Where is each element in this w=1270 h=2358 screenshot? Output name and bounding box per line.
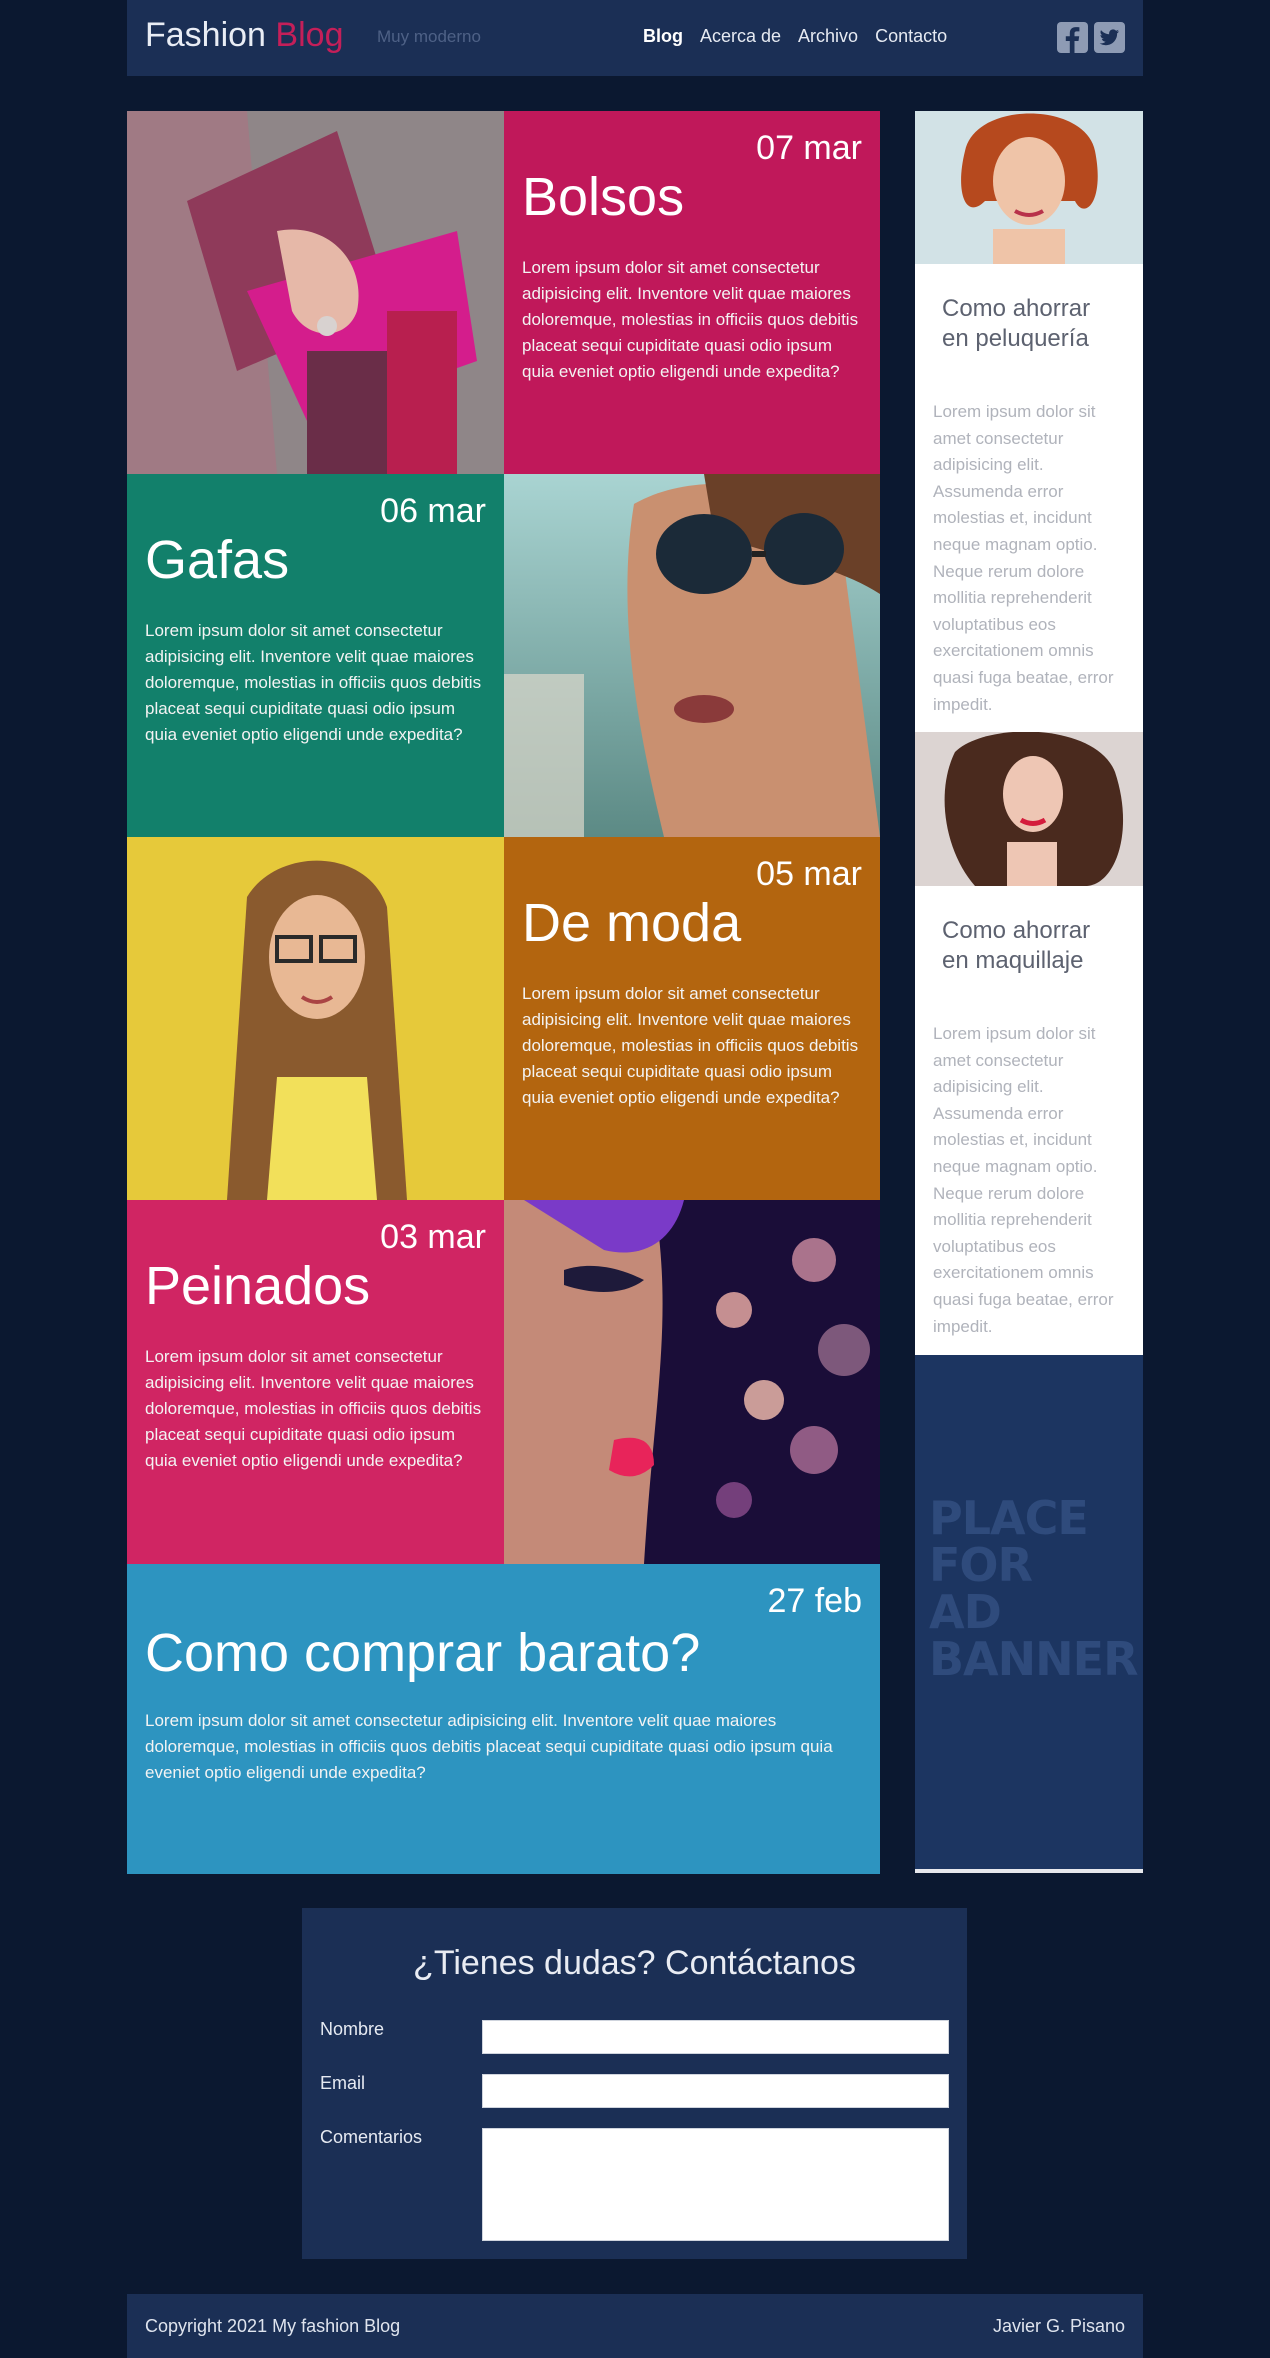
post-excerpt: Lorem ipsum dolor sit amet consectetur a… bbox=[522, 984, 859, 1107]
sidebar-card-title[interactable]: Como ahorrar en maquillaje bbox=[942, 916, 1133, 976]
email-input[interactable] bbox=[482, 2074, 949, 2108]
sidebar-title-line-1: Como ahorrar bbox=[942, 917, 1091, 944]
sidebar-card-text: Lorem ipsum dolor sit amet consectetur a… bbox=[933, 402, 1114, 714]
main-nav: Blog Acerca de Archivo Contacto bbox=[643, 26, 947, 47]
post-excerpt: Lorem ipsum dolor sit amet consectetur a… bbox=[145, 1347, 482, 1470]
sidebar-image-maquillaje[interactable] bbox=[915, 732, 1143, 886]
sidebar-image-peluqueria[interactable] bbox=[915, 111, 1143, 264]
comments-textarea[interactable] bbox=[482, 2128, 949, 2241]
post-image-de-moda[interactable] bbox=[127, 837, 504, 1200]
nav-acerca-de[interactable]: Acerca de bbox=[700, 26, 781, 47]
site-footer: Copyright 2021 My fashion Blog Javier G.… bbox=[127, 2294, 1143, 2358]
post-title[interactable]: Gafas bbox=[145, 529, 289, 591]
post-card-gafas[interactable]: 06 mar Gafas Lorem ipsum dolor sit amet … bbox=[127, 474, 504, 837]
post-title[interactable]: Como comprar barato? bbox=[145, 1622, 700, 1684]
post-image-gafas[interactable] bbox=[504, 474, 880, 837]
logo-accent: Blog bbox=[275, 16, 344, 54]
post-date: 07 mar bbox=[756, 129, 862, 167]
post-image-peinados[interactable] bbox=[504, 1200, 880, 1564]
sidebar-card-peluqueria[interactable]: Como ahorrar en peluquería Lorem ipsum d… bbox=[915, 264, 1143, 732]
site-tagline: Muy moderno bbox=[377, 27, 481, 46]
email-label: Email bbox=[320, 2073, 366, 2093]
footer-author: Javier G. Pisano bbox=[992, 2316, 1125, 2336]
post-title[interactable]: Bolsos bbox=[522, 166, 684, 228]
sidebar-card-text: Lorem ipsum dolor sit amet consectetur a… bbox=[933, 1024, 1114, 1336]
site-header: Fashion Blog Muy moderno Blog Acerca de … bbox=[127, 0, 1143, 76]
ad-banner-placeholder[interactable]: PLACE FOR AD BANNER bbox=[915, 1355, 1143, 1873]
post-title[interactable]: De moda bbox=[522, 892, 741, 954]
site-logo[interactable]: Fashion Blog bbox=[145, 16, 343, 55]
social-links bbox=[1057, 22, 1125, 53]
nav-blog[interactable]: Blog bbox=[643, 26, 683, 47]
comments-label: Comentarios bbox=[320, 2127, 423, 2147]
post-date: 06 mar bbox=[380, 492, 486, 530]
post-date: 05 mar bbox=[756, 855, 862, 893]
footer-copyright: Copyright 2021 My fashion Blog bbox=[145, 2316, 401, 2336]
ad-line: AD bbox=[929, 1585, 1002, 1639]
ad-banner-text: PLACE FOR AD BANNER bbox=[929, 1491, 1139, 1686]
sidebar-card-maquillaje[interactable]: Como ahorrar en maquillaje Lorem ipsum d… bbox=[915, 886, 1143, 1355]
sidebar-card-title[interactable]: Como ahorrar en peluquería bbox=[942, 294, 1133, 354]
post-card-peinados[interactable]: 03 mar Peinados Lorem ipsum dolor sit am… bbox=[127, 1200, 504, 1564]
sidebar-title-line-2: en peluquería bbox=[942, 325, 1089, 352]
post-excerpt: Lorem ipsum dolor sit amet consectetur a… bbox=[145, 1711, 833, 1782]
nav-archivo[interactable]: Archivo bbox=[798, 26, 858, 47]
post-image-bolsos[interactable] bbox=[127, 111, 504, 474]
post-excerpt: Lorem ipsum dolor sit amet consectetur a… bbox=[522, 258, 859, 381]
contact-form: ¿Tienes dudas? Contáctanos Nombre Email … bbox=[302, 1908, 967, 2259]
ad-line: BANNER bbox=[929, 1632, 1139, 1686]
nav-contacto[interactable]: Contacto bbox=[875, 26, 947, 47]
post-card-de-moda[interactable]: 05 mar De moda Lorem ipsum dolor sit ame… bbox=[504, 837, 880, 1200]
post-date: 27 feb bbox=[767, 1582, 862, 1620]
post-card-como-comprar-barato[interactable]: 27 feb Como comprar barato? Lorem ipsum … bbox=[127, 1564, 880, 1874]
post-title[interactable]: Peinados bbox=[145, 1255, 370, 1317]
post-excerpt: Lorem ipsum dolor sit amet consectetur a… bbox=[145, 621, 482, 744]
logo-main: Fashion bbox=[145, 16, 266, 54]
post-card-bolsos[interactable]: 07 mar Bolsos Lorem ipsum dolor sit amet… bbox=[504, 111, 880, 474]
sidebar-title-line-2: en maquillaje bbox=[942, 947, 1084, 974]
contact-title: ¿Tienes dudas? Contáctanos bbox=[413, 1944, 856, 1982]
name-label: Nombre bbox=[320, 2019, 385, 2039]
twitter-icon[interactable] bbox=[1094, 22, 1125, 53]
sidebar-title-line-1: Como ahorrar bbox=[942, 295, 1091, 322]
facebook-icon[interactable] bbox=[1057, 22, 1088, 53]
post-date: 03 mar bbox=[380, 1218, 486, 1256]
ad-line: PLACE bbox=[929, 1491, 1089, 1545]
ad-line: FOR bbox=[929, 1538, 1033, 1592]
name-input[interactable] bbox=[482, 2020, 949, 2054]
